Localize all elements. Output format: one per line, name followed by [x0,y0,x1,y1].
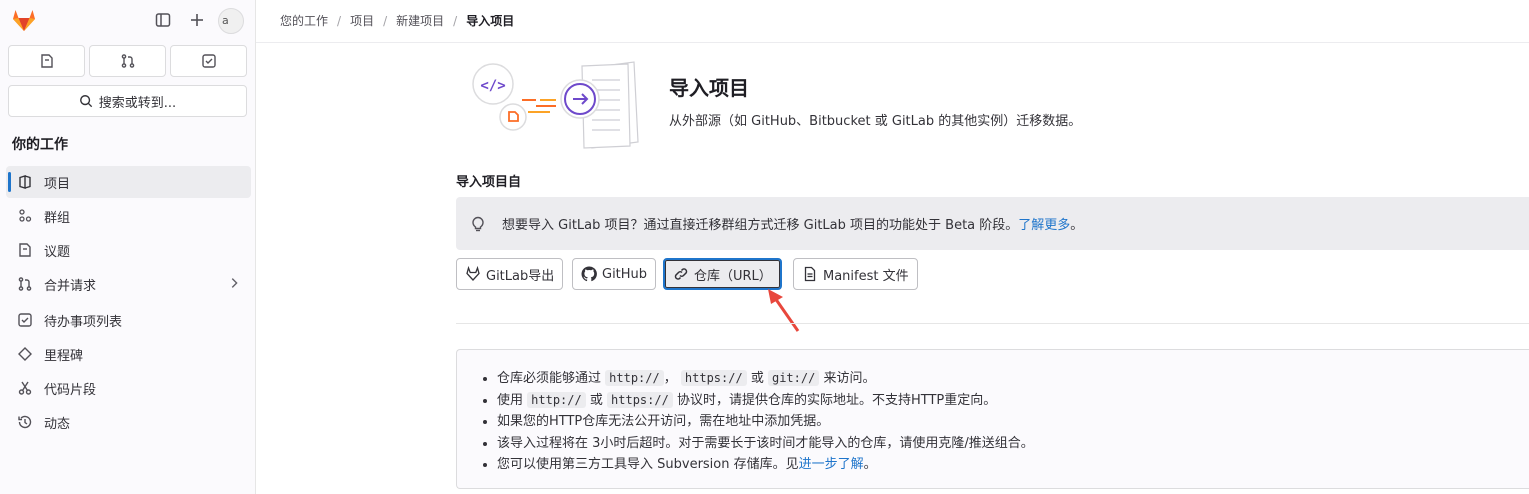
import-from-title: 导入项目自 [456,175,522,190]
link-icon [674,268,688,280]
protocol-code: http:// [527,391,586,408]
list-item: 您可以使用第三方工具导入 Subversion 存储库。见进一步了解。 [497,454,1034,476]
protocol-code: https:// [680,370,747,386]
learn-more-link[interactable]: 了解更多 [1018,214,1070,233]
issues-icon [16,241,34,259]
info-text: 或 [750,371,764,386]
github-label: GitHub [602,266,648,282]
info-text: 或 [589,392,603,408]
sidebar-item-activity[interactable]: 动态 [6,406,251,438]
annotation-arrow-icon [768,289,800,332]
sidebar-item-todos[interactable]: 待办事项列表 [6,304,251,336]
protocol-code: http:// [605,370,664,386]
todo-icon [16,311,34,329]
search-icon [79,95,92,108]
sidebar-item-label: 群组 [44,210,71,226]
chevron-right-icon[interactable] [227,276,241,294]
info-text: 使用 [497,392,524,408]
alert-suffix: 。 [1070,218,1084,233]
todo-icon [201,54,216,68]
milestone-icon [16,345,34,363]
issues-icon [40,54,53,68]
tanuki-icon [466,266,480,281]
info-list: 仓库必须能够通过 http://， https:// 或 git:// 来访问。… [497,368,1034,476]
plus-icon[interactable] [187,10,207,30]
list-item: 使用 http:// 或 https:// 协议时，请提供仓库的实际地址。不支持… [497,390,1034,412]
repository-url-info: 仓库必须能够通过 http://， https:// 或 git:// 来访问。… [456,349,1529,489]
list-item: 仓库必须能够通过 http://， https:// 或 git:// 来访问。 [497,368,1034,390]
protocol-code: git:// [767,370,820,386]
sidebar-item-label: 合并请求 [44,278,97,294]
document-icon [804,266,816,282]
learn-more-link[interactable]: 进一步了解 [799,457,864,472]
sidebar-top-row: a [0,0,256,42]
sidebar-item-label: 里程碑 [44,348,84,364]
section-title: 你的工作 [12,137,68,153]
merge-request-icon [16,275,34,293]
group-icon [16,207,34,225]
manifest-file-button[interactable]: Manifest 文件 [793,258,918,290]
todo-button[interactable] [170,45,247,77]
snippet-icon [16,379,34,397]
breadcrumb-separator: / [383,13,388,28]
lightbulb-icon [470,216,488,232]
breadcrumb-separator: / [337,13,342,28]
search-button[interactable]: 搜索或转到... [8,85,247,117]
project-icon [16,173,34,191]
avatar[interactable]: a [218,8,244,34]
sidebar-item-label: 动态 [44,416,71,432]
sidebar-item-label: 项目 [44,176,71,192]
repository-url-label: 仓库（URL） [694,268,772,284]
breadcrumb: 您的工作 / 项目 / 新建项目 / 导入项目 [280,12,514,29]
manifest-file-label: Manifest 文件 [823,268,909,284]
section-divider [456,323,1529,324]
info-text: 仓库必须能够通过 [497,371,602,386]
import-illustration: </> [472,61,639,149]
info-text: 如果您的HTTP仓库无法公开访问，需在地址中添加凭据。 [497,414,830,429]
breadcrumb-projects[interactable]: 项目 [350,12,374,29]
sidebar-item-projects[interactable]: 项目 [6,166,251,198]
gitlab-export-label: GitLab导出 [486,268,555,284]
assigned-issues-button[interactable] [8,45,85,77]
breadcrumb-current[interactable]: 导入项目 [466,12,514,29]
breadcrumb-your-work[interactable]: 您的工作 [280,12,328,29]
sidebar-item-label: 议题 [44,244,71,260]
repository-url-button[interactable]: 仓库（URL） [663,258,782,290]
breadcrumb-new-project[interactable]: 新建项目 [396,12,444,29]
list-item: 如果您的HTTP仓库无法公开访问，需在地址中添加凭据。 [497,411,1034,433]
github-button[interactable]: GitHub [572,258,657,290]
sidebar-item-issues[interactable]: 议题 [6,234,251,266]
merge-requests-button[interactable] [89,45,166,77]
search-label: 搜索或转到... [98,95,177,111]
info-text: 协议时，请提供仓库的实际地址。不支持HTTP重定向。 [676,392,997,408]
page-description: 从外部源（如 GitHub、Bitbucket 或 GitLab 的其他实例）迁… [669,114,1082,129]
github-icon [581,266,597,282]
sidebar-item-label: 代码片段 [44,382,97,398]
header-divider [256,42,1529,43]
sidebar-item-snippets[interactable]: 代码片段 [6,372,251,404]
info-text: 该导入过程将在 3小时后超时。对于需要长于该时间才能导入的仓库，请使用克隆/推送… [497,435,1034,451]
gitlab-logo-icon[interactable] [11,8,37,32]
page-title: 导入项目 [669,76,749,100]
sidebar-item-label: 待办事项列表 [44,314,123,330]
beta-alert: 想要导入 GitLab 项目？通过直接迁移群组方式迁移 GitLab 项目的功能… [456,197,1529,250]
history-icon [16,413,34,431]
list-item: 该导入过程将在 3小时后超时。对于需要长于该时间才能导入的仓库，请使用克隆/推送… [497,433,1034,455]
sidebar-item-groups[interactable]: 群组 [6,200,251,232]
protocol-code: https:// [607,391,673,408]
sidebar-item-milestones[interactable]: 里程碑 [6,338,251,370]
breadcrumb-separator: / [453,13,458,28]
sidebar-toggle-icon[interactable] [153,10,173,30]
info-text: 来访问。 [823,371,876,386]
merge-request-icon [121,54,134,68]
alert-text: 想要导入 GitLab 项目？通过直接迁移群组方式迁移 GitLab 项目的功能… [502,218,1019,233]
info-text: ， [663,371,677,386]
sidebar: a 搜索或转到... 你的工作 项目 群组 议题 合并请求 待办事项列表 里程碑 [0,0,256,494]
svg-text:</>: </> [480,78,505,94]
info-text: 。 [863,457,877,472]
gitlab-export-button[interactable]: GitLab导出 [456,258,564,290]
sidebar-item-merge-requests[interactable]: 合并请求 [6,268,251,300]
info-text: 您可以使用第三方工具导入 Subversion 存储库。见 [497,457,799,472]
merge-circle-icon [499,103,527,131]
